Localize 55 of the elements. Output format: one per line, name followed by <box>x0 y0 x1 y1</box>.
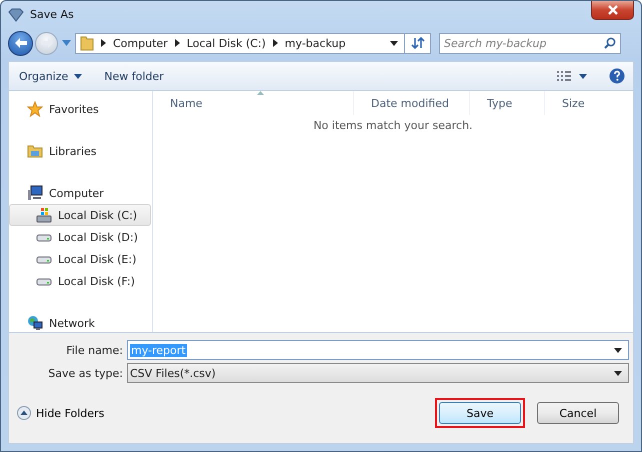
diamond-icon <box>8 8 24 22</box>
view-button[interactable] <box>557 70 571 82</box>
caret-icon <box>614 370 622 376</box>
drive-icon <box>36 207 52 223</box>
close-button[interactable] <box>591 1 634 20</box>
sidebar-item[interactable]: Local Disk (E:) <box>9 248 151 270</box>
dialog-button[interactable]: Save <box>439 402 521 424</box>
star-icon <box>27 101 43 117</box>
collapse-icon <box>17 406 31 420</box>
caret-icon <box>614 348 622 352</box>
sidebar-item[interactable]: Computer <box>9 182 151 204</box>
network-icon <box>27 315 43 331</box>
folder-icon <box>27 143 43 159</box>
right-arrow-icon <box>40 37 54 49</box>
column-header[interactable]: Size <box>545 91 615 115</box>
refresh-icon <box>410 36 424 50</box>
sort-arrow-icon <box>257 91 264 95</box>
search-field[interactable]: Search my-backup <box>439 32 621 54</box>
sidebar-item[interactable]: Network <box>9 312 151 334</box>
caret-icon[interactable] <box>390 40 398 46</box>
window-title: Save As <box>30 8 74 21</box>
caret-icon <box>74 74 82 78</box>
column-header[interactable]: Name <box>153 91 354 115</box>
empty-message: No items match your search. <box>313 119 473 132</box>
folder-icon <box>80 35 94 51</box>
breadcrumb-link[interactable]: Computer <box>113 36 168 50</box>
chevron-icon[interactable] <box>174 39 180 47</box>
help-icon[interactable] <box>609 68 625 84</box>
list-view-icon <box>557 70 571 82</box>
computer-icon <box>27 185 43 201</box>
refresh-button[interactable] <box>405 32 431 54</box>
hide-folders-button[interactable]: Hide Folders <box>17 406 104 420</box>
breadcrumb-link[interactable]: my-backup <box>284 36 346 50</box>
close-icon <box>606 5 618 15</box>
sidebar-item[interactable]: Libraries <box>9 140 151 162</box>
address-bar[interactable]: Computer Local Disk (C:) my-backup <box>75 32 405 54</box>
sidebar-item[interactable]: Local Disk (D:) <box>9 226 151 248</box>
back-button[interactable] <box>8 30 33 56</box>
column-header[interactable]: Date modified <box>354 91 470 115</box>
sidebar-item[interactable]: Local Disk (F:) <box>9 270 151 292</box>
file-type-dropdown[interactable]: CSV Files(*.csv) <box>127 363 629 383</box>
toolbar-button[interactable]: Organize <box>15 68 86 84</box>
sidebar-item[interactable]: Favorites <box>9 98 151 120</box>
sidebar-item[interactable]: Local Disk (C:) <box>9 204 151 226</box>
search-icon <box>604 36 616 48</box>
field-label: File name: <box>65 344 124 356</box>
chevron-icon[interactable] <box>272 39 278 47</box>
column-header[interactable]: Type <box>470 91 545 115</box>
caret-icon[interactable] <box>579 74 587 78</box>
chevron-icon[interactable] <box>101 39 106 47</box>
left-arrow-icon <box>14 37 28 49</box>
field-label: Save as type: <box>47 366 124 380</box>
dialog-button[interactable]: Cancel <box>537 402 619 424</box>
breadcrumb-link[interactable]: Local Disk (C:) <box>186 36 266 50</box>
toolbar-button[interactable]: New folder <box>100 68 168 84</box>
